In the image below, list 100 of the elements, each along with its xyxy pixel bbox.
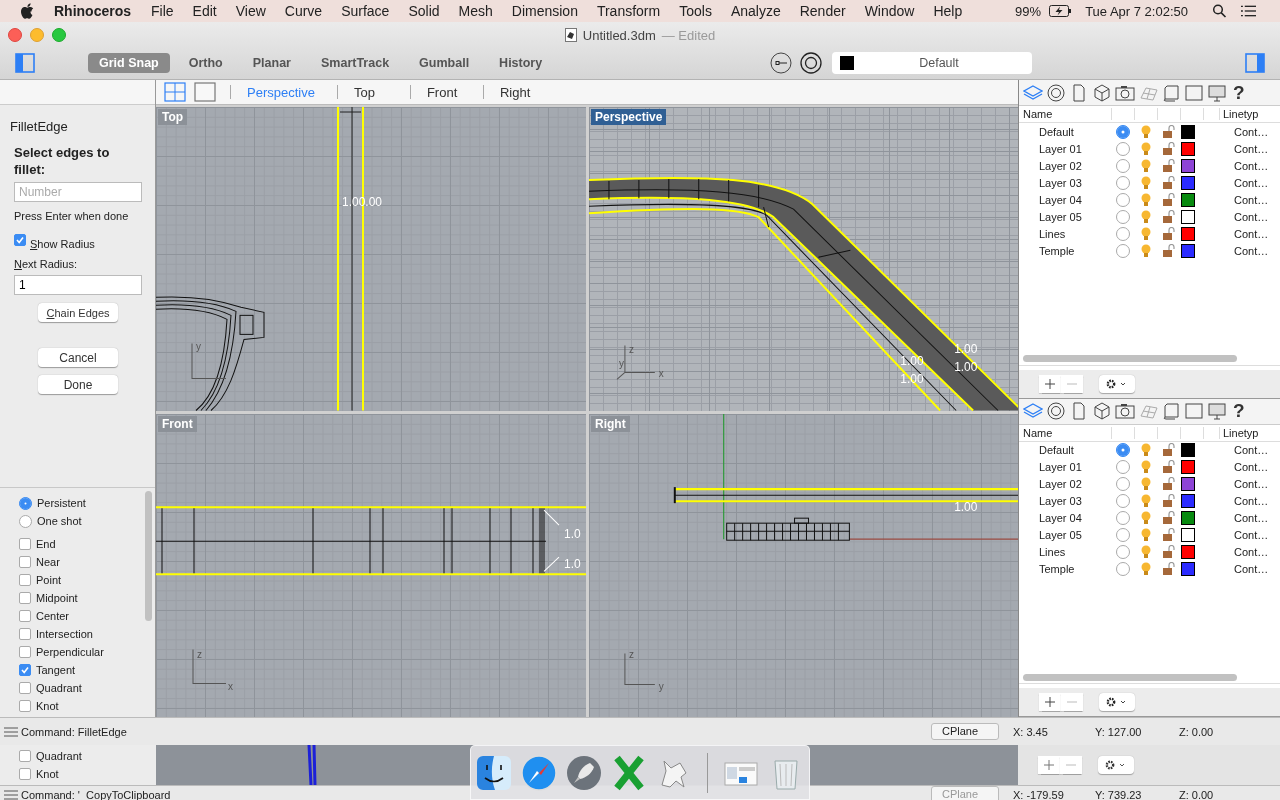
layer-color-swatch[interactable] <box>1181 141 1195 156</box>
menu-item[interactable]: Render <box>799 3 846 19</box>
layer-name[interactable]: Temple <box>1039 563 1116 575</box>
scroll-icon[interactable] <box>1161 83 1181 102</box>
target-icon[interactable] <box>800 51 822 74</box>
layer-color-swatch[interactable] <box>1181 124 1195 139</box>
layer-color-swatch[interactable] <box>1181 477 1195 491</box>
light-bulb-icon[interactable] <box>1140 511 1152 525</box>
scroll-icon[interactable] <box>1161 402 1181 420</box>
light-bulb-icon[interactable] <box>1140 192 1152 207</box>
layer-color-swatch[interactable] <box>1181 226 1195 241</box>
checkbox-label[interactable]: Center <box>36 610 70 622</box>
padlock-icon[interactable] <box>1162 443 1176 457</box>
current-layer-radio[interactable] <box>1116 124 1130 139</box>
menu-item[interactable]: Window <box>864 3 915 19</box>
help-icon[interactable]: ? <box>1233 83 1245 102</box>
panel-button[interactable]: Chain Edges <box>38 303 118 322</box>
camera-icon[interactable] <box>1115 402 1135 420</box>
padlock-icon[interactable] <box>1162 477 1176 491</box>
close-button[interactable] <box>8 28 22 42</box>
layer-color-swatch[interactable] <box>1181 158 1195 173</box>
checkbox-label[interactable]: Knot <box>36 700 59 712</box>
checkbox-label[interactable]: Intersection <box>36 628 93 640</box>
current-layer-radio[interactable] <box>1116 141 1130 156</box>
layer-name[interactable]: Default <box>1039 444 1116 456</box>
menu-item[interactable]: Transform <box>596 3 661 19</box>
light-bulb-icon[interactable] <box>1140 545 1152 559</box>
checkbox-label[interactable]: Knot <box>36 768 59 780</box>
snap-toggle[interactable]: History <box>488 52 554 73</box>
layer-name[interactable]: Default <box>1039 125 1116 138</box>
linetype-cell[interactable]: Cont… <box>1234 495 1269 507</box>
panel-button[interactable]: Cancel <box>38 348 118 367</box>
light-bulb-icon[interactable] <box>1140 141 1152 156</box>
layer-color-swatch[interactable] <box>1181 209 1195 224</box>
gear-menu-button[interactable] <box>1099 374 1135 393</box>
add-button[interactable] <box>1039 693 1061 711</box>
linetype-cell[interactable]: Cont… <box>1234 546 1269 558</box>
layer-color-swatch[interactable] <box>1181 562 1195 576</box>
menu-item[interactable]: View <box>235 3 266 19</box>
current-layer-radio[interactable] <box>1116 209 1130 224</box>
current-layer-radio[interactable] <box>1116 494 1130 508</box>
sidebar-toggle-icon[interactable] <box>1245 52 1265 73</box>
layer-color-swatch[interactable] <box>1181 443 1195 457</box>
gear-menu-button[interactable] <box>1098 756 1134 774</box>
checkbox[interactable] <box>19 538 31 550</box>
padlock-icon[interactable] <box>1162 511 1176 525</box>
four-viewport-icon[interactable] <box>164 82 186 102</box>
checkbox-label[interactable]: Quadrant <box>36 682 82 694</box>
light-bulb-icon[interactable] <box>1140 443 1152 457</box>
layer-name[interactable]: Layer 03 <box>1039 495 1116 507</box>
linetype-cell[interactable]: Cont… <box>1234 563 1269 575</box>
viewport-tab[interactable]: Right <box>499 84 550 100</box>
padlock-icon[interactable] <box>1162 562 1176 576</box>
menu-item[interactable]: Dimension <box>511 3 578 19</box>
current-layer-radio[interactable] <box>1116 477 1130 491</box>
radio-button[interactable] <box>19 496 32 510</box>
light-bulb-icon[interactable] <box>1140 528 1152 542</box>
column-header[interactable]: Linetyp <box>1219 426 1259 439</box>
linetype-cell[interactable]: Cont… <box>1234 159 1269 172</box>
cplane-dropdown[interactable]: CPlane <box>931 723 999 740</box>
padlock-icon[interactable] <box>1162 192 1176 207</box>
checkbox-label[interactable]: Perpendicular <box>36 646 104 658</box>
menu-item[interactable]: Solid <box>408 3 440 19</box>
linetype-cell[interactable]: Cont… <box>1234 193 1269 206</box>
layer-name[interactable]: Layer 02 <box>1039 159 1116 172</box>
current-layer-radio[interactable] <box>1116 158 1130 173</box>
linetype-cell[interactable]: Cont… <box>1234 444 1269 456</box>
list-icon[interactable] <box>1241 4 1256 18</box>
current-layer-radio[interactable] <box>1116 243 1130 258</box>
light-bulb-icon[interactable] <box>1140 562 1152 576</box>
padlock-icon[interactable] <box>1162 209 1176 224</box>
layer-name[interactable]: Layer 01 <box>1039 142 1116 155</box>
number-input-field[interactable]: Number <box>14 182 142 202</box>
monitor-icon[interactable] <box>1207 83 1227 102</box>
light-bulb-icon[interactable] <box>1140 243 1152 258</box>
viewport-tab[interactable]: Perspective <box>247 84 315 100</box>
padlock-icon[interactable] <box>1162 494 1176 508</box>
zoom-button[interactable] <box>52 28 66 42</box>
current-layer-radio[interactable] <box>1116 528 1130 542</box>
scrollbar[interactable] <box>145 491 152 621</box>
layer-dropdown[interactable]: Default <box>832 51 1032 74</box>
checkbox-label[interactable]: Quadrant <box>36 750 82 762</box>
radio-button[interactable] <box>19 514 32 528</box>
rocket-icon[interactable] <box>566 754 602 791</box>
checkbox[interactable] <box>19 592 31 604</box>
light-bulb-icon[interactable] <box>1140 175 1152 190</box>
menu-item[interactable]: Mesh <box>458 3 493 19</box>
viewport-tab[interactable]: Front <box>426 84 477 100</box>
cube-icon[interactable] <box>1092 402 1112 420</box>
gear-menu-button[interactable] <box>1099 693 1135 711</box>
menu-icon[interactable] <box>4 726 18 737</box>
padlock-icon[interactable] <box>1162 226 1176 241</box>
checkbox[interactable] <box>19 610 31 622</box>
checkbox-label[interactable]: Point <box>36 574 62 586</box>
minimize-button[interactable] <box>30 28 44 42</box>
help-icon[interactable]: ? <box>1233 402 1245 420</box>
linetype-cell[interactable]: Cont… <box>1234 478 1269 490</box>
menu-item[interactable]: Curve <box>284 3 323 19</box>
layer-name[interactable]: Lines <box>1039 227 1116 240</box>
checkbox-label[interactable]: Near <box>36 556 60 568</box>
